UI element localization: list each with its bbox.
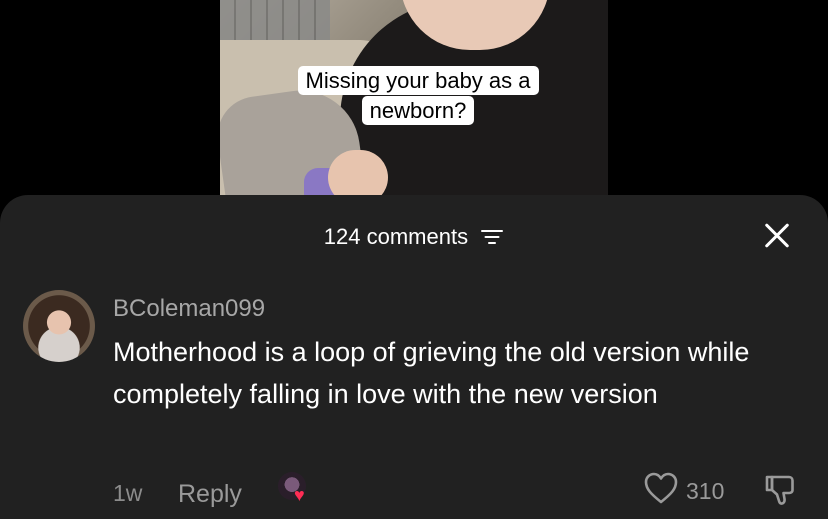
video-player[interactable]: Missing your baby as a newborn?	[220, 0, 608, 205]
comment-username[interactable]: BColeman099	[113, 295, 265, 323]
avatar[interactable]	[23, 290, 95, 362]
comments-sheet: 124 comments BColeman099 Motherhood is a…	[0, 195, 828, 519]
creator-liked-heart-icon: ♥	[278, 472, 312, 506]
heart-outline-icon[interactable]	[643, 471, 679, 505]
reply-button[interactable]: Reply	[178, 480, 242, 509]
comment-timestamp: 1w	[113, 480, 143, 506]
video-caption-text: Missing your baby as a newborn?	[297, 66, 539, 125]
comments-count: 124 comments	[323, 224, 469, 250]
thumbs-down-icon[interactable]	[762, 473, 798, 507]
comments-header[interactable]: 124 comments	[0, 223, 828, 250]
close-icon[interactable]	[762, 221, 792, 251]
heart-badge-icon: ♥	[294, 485, 305, 505]
filter-lines-icon[interactable]	[480, 228, 504, 246]
video-caption: Missing your baby as a newborn?	[288, 66, 548, 126]
like-count: 310	[686, 478, 725, 504]
comment-text: Motherhood is a loop of grieving the old…	[113, 337, 750, 409]
